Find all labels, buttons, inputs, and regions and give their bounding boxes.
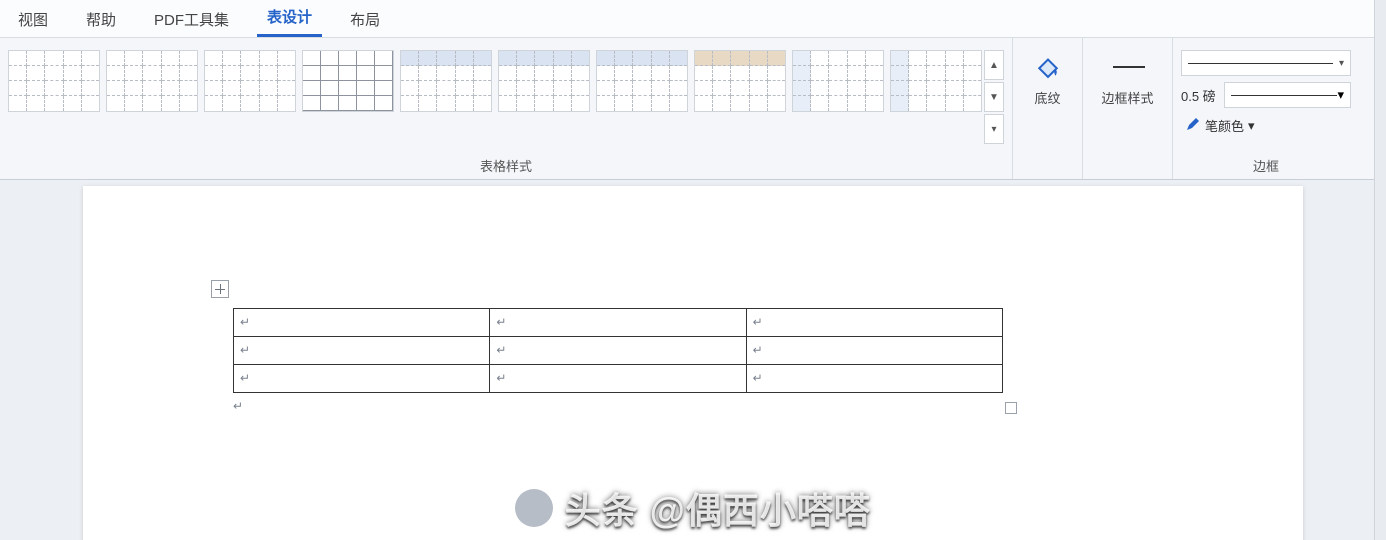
- table-row[interactable]: ↵ ↵ ↵: [234, 337, 1003, 365]
- cell-mark: ↵: [496, 371, 506, 385]
- group-shading: 底纹: [1013, 38, 1083, 179]
- group-border-style: 边框样式: [1083, 38, 1173, 179]
- gallery-scroll-up[interactable]: ▲: [984, 50, 1004, 80]
- paint-bucket-icon: [1031, 50, 1065, 84]
- cell-mark: ↵: [240, 343, 250, 357]
- table-row[interactable]: ↵ ↵ ↵: [234, 309, 1003, 337]
- line-style-sample: [1188, 63, 1333, 64]
- cell-mark: ↵: [240, 315, 250, 329]
- group-borders: ▾ 0.5 磅 ▾ 笔颜色 ▾ 边框: [1173, 38, 1359, 179]
- gallery-expand[interactable]: ▾: [984, 114, 1004, 144]
- table-style-thumb[interactable]: [498, 50, 590, 112]
- table-style-thumb[interactable]: [302, 50, 394, 112]
- ribbon: ▲ ▼ ▾ 表格样式 底纹 边框样式: [0, 38, 1386, 180]
- table-cell[interactable]: ↵: [746, 309, 1002, 337]
- pen-weight-sample: [1231, 95, 1338, 96]
- border-style-label: 边框样式: [1101, 88, 1153, 107]
- table-style-thumb[interactable]: [106, 50, 198, 112]
- tab-help[interactable]: 帮助: [76, 1, 126, 37]
- pen-weight-value: 0.5 磅: [1181, 86, 1216, 105]
- cell-mark: ↵: [496, 343, 506, 357]
- table-styles-gallery: [8, 44, 982, 146]
- document-area: ↵ ↵ ↵ ↵ ↵ ↵ ↵ ↵ ↵ ↵: [0, 180, 1386, 540]
- pen-color-button[interactable]: 笔颜色 ▾: [1181, 114, 1351, 137]
- ribbon-tabstrip: 视图 帮助 PDF工具集 表设计 布局: [0, 0, 1386, 38]
- table-style-thumb[interactable]: [204, 50, 296, 112]
- table-cell[interactable]: ↵: [490, 309, 746, 337]
- group-label-borders: 边框: [1181, 150, 1351, 175]
- border-style-button[interactable]: 边框样式: [1091, 44, 1164, 109]
- cell-mark: ↵: [240, 371, 250, 385]
- border-line-icon: [1111, 50, 1145, 84]
- chevron-down-icon: ▾: [1337, 87, 1344, 103]
- shading-label: 底纹: [1034, 88, 1060, 107]
- cell-mark: ↵: [753, 343, 763, 357]
- table-cell[interactable]: ↵: [234, 309, 490, 337]
- cell-mark: ↵: [753, 315, 763, 329]
- shading-button[interactable]: 底纹: [1021, 44, 1074, 109]
- pen-weight-select[interactable]: ▾: [1224, 82, 1351, 108]
- table-style-thumb[interactable]: [792, 50, 884, 112]
- cell-mark: ↵: [753, 371, 763, 385]
- group-table-styles: ▲ ▼ ▾ 表格样式: [0, 38, 1013, 179]
- table-style-thumb[interactable]: [596, 50, 688, 112]
- pen-icon: [1185, 116, 1201, 135]
- document-table[interactable]: ↵ ↵ ↵ ↵ ↵ ↵ ↵ ↵ ↵: [233, 308, 1003, 393]
- table-cell[interactable]: ↵: [746, 337, 1002, 365]
- pen-color-label: 笔颜色: [1205, 116, 1244, 135]
- tab-layout[interactable]: 布局: [340, 1, 390, 37]
- table-cell[interactable]: ↵: [490, 337, 746, 365]
- tab-table-design[interactable]: 表设计: [257, 0, 322, 37]
- table-resize-handle[interactable]: [1005, 402, 1017, 414]
- border-line-style-select[interactable]: ▾: [1181, 50, 1351, 76]
- cell-mark: ↵: [496, 315, 506, 329]
- table-style-thumb[interactable]: [890, 50, 982, 112]
- tab-pdftool[interactable]: PDF工具集: [144, 1, 239, 37]
- table-style-thumb[interactable]: [694, 50, 786, 112]
- group-label-table-styles: 表格样式: [8, 150, 1004, 175]
- table-style-thumb[interactable]: [8, 50, 100, 112]
- chevron-down-icon: ▾: [1248, 118, 1255, 134]
- table-move-handle[interactable]: [211, 280, 229, 298]
- table-cell[interactable]: ↵: [234, 337, 490, 365]
- table-cell[interactable]: ↵: [490, 365, 746, 393]
- gallery-scroll-down[interactable]: ▼: [984, 82, 1004, 112]
- chevron-down-icon: ▾: [1339, 58, 1344, 69]
- table-style-thumb[interactable]: [400, 50, 492, 112]
- tab-view[interactable]: 视图: [8, 1, 58, 37]
- page[interactable]: ↵ ↵ ↵ ↵ ↵ ↵ ↵ ↵ ↵ ↵: [83, 186, 1303, 540]
- vertical-scrollbar[interactable]: [1374, 0, 1386, 540]
- table-row[interactable]: ↵ ↵ ↵: [234, 365, 1003, 393]
- table-cell compare[interactable]: ↵: [234, 365, 490, 393]
- table-cell[interactable]: ↵: [746, 365, 1002, 393]
- gallery-scroll: ▲ ▼ ▾: [984, 50, 1004, 146]
